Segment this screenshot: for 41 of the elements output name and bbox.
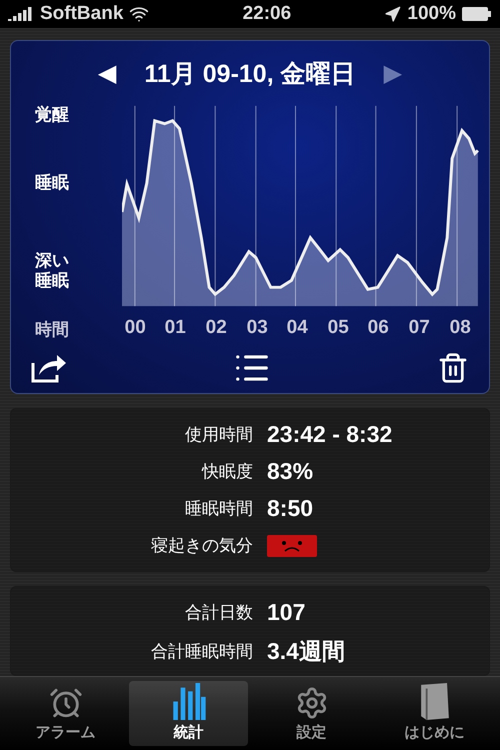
clock-time: 22:06 xyxy=(242,3,292,25)
alarm-clock-icon xyxy=(48,686,82,720)
stat-label: 合計日数 xyxy=(184,602,253,624)
hour-label: 07 xyxy=(408,317,430,339)
axis-label: 睡眠 xyxy=(35,173,70,193)
stat-value: 8:50 xyxy=(267,495,314,522)
hour-label: 08 xyxy=(450,317,471,339)
axis-label: 深い睡眠 xyxy=(35,251,70,290)
tab[interactable]: はじめに xyxy=(375,681,494,746)
stat-label: 睡眠時間 xyxy=(184,498,253,520)
stat-value: 3.4週間 xyxy=(267,637,346,666)
tab[interactable]: 統計 xyxy=(129,681,248,746)
tab[interactable]: アラーム xyxy=(6,681,125,746)
battery-icon xyxy=(462,7,492,21)
sad-face-icon xyxy=(267,534,317,556)
carrier-name: SoftBank xyxy=(40,3,124,25)
location-arrow-icon xyxy=(384,6,402,22)
axis-label: 時間 xyxy=(34,318,70,340)
hour-label: 06 xyxy=(368,317,389,339)
battery-percent: 100% xyxy=(407,3,456,25)
trash-icon[interactable] xyxy=(437,352,469,384)
stat-value: 83% xyxy=(267,458,314,485)
hour-label: 03 xyxy=(246,317,268,339)
hour-label: 00 xyxy=(124,317,146,339)
stat-value: 107 xyxy=(267,599,306,626)
hour-label: 04 xyxy=(286,317,308,339)
stat-value: 23:42 - 8:32 xyxy=(267,421,394,448)
share-icon[interactable] xyxy=(31,353,67,383)
stat-label: 寝起きの気分 xyxy=(150,535,253,557)
signal-icon xyxy=(8,7,34,21)
axis-label: 覚醒 xyxy=(35,105,70,125)
previous-arrow[interactable]: ◀ xyxy=(98,58,116,88)
hour-label: 01 xyxy=(164,317,186,339)
hour-label: 02 xyxy=(206,317,227,339)
stat-label: 合計睡眠時間 xyxy=(150,641,253,663)
stat-label: 快眠度 xyxy=(200,461,253,483)
hour-label: 05 xyxy=(328,317,349,339)
bar-chart-icon xyxy=(170,683,206,720)
tab[interactable]: 設定 xyxy=(252,681,371,746)
stat-label: 使用時間 xyxy=(184,424,253,446)
date-title: 11月 09-10, 金曜日 xyxy=(144,58,356,90)
